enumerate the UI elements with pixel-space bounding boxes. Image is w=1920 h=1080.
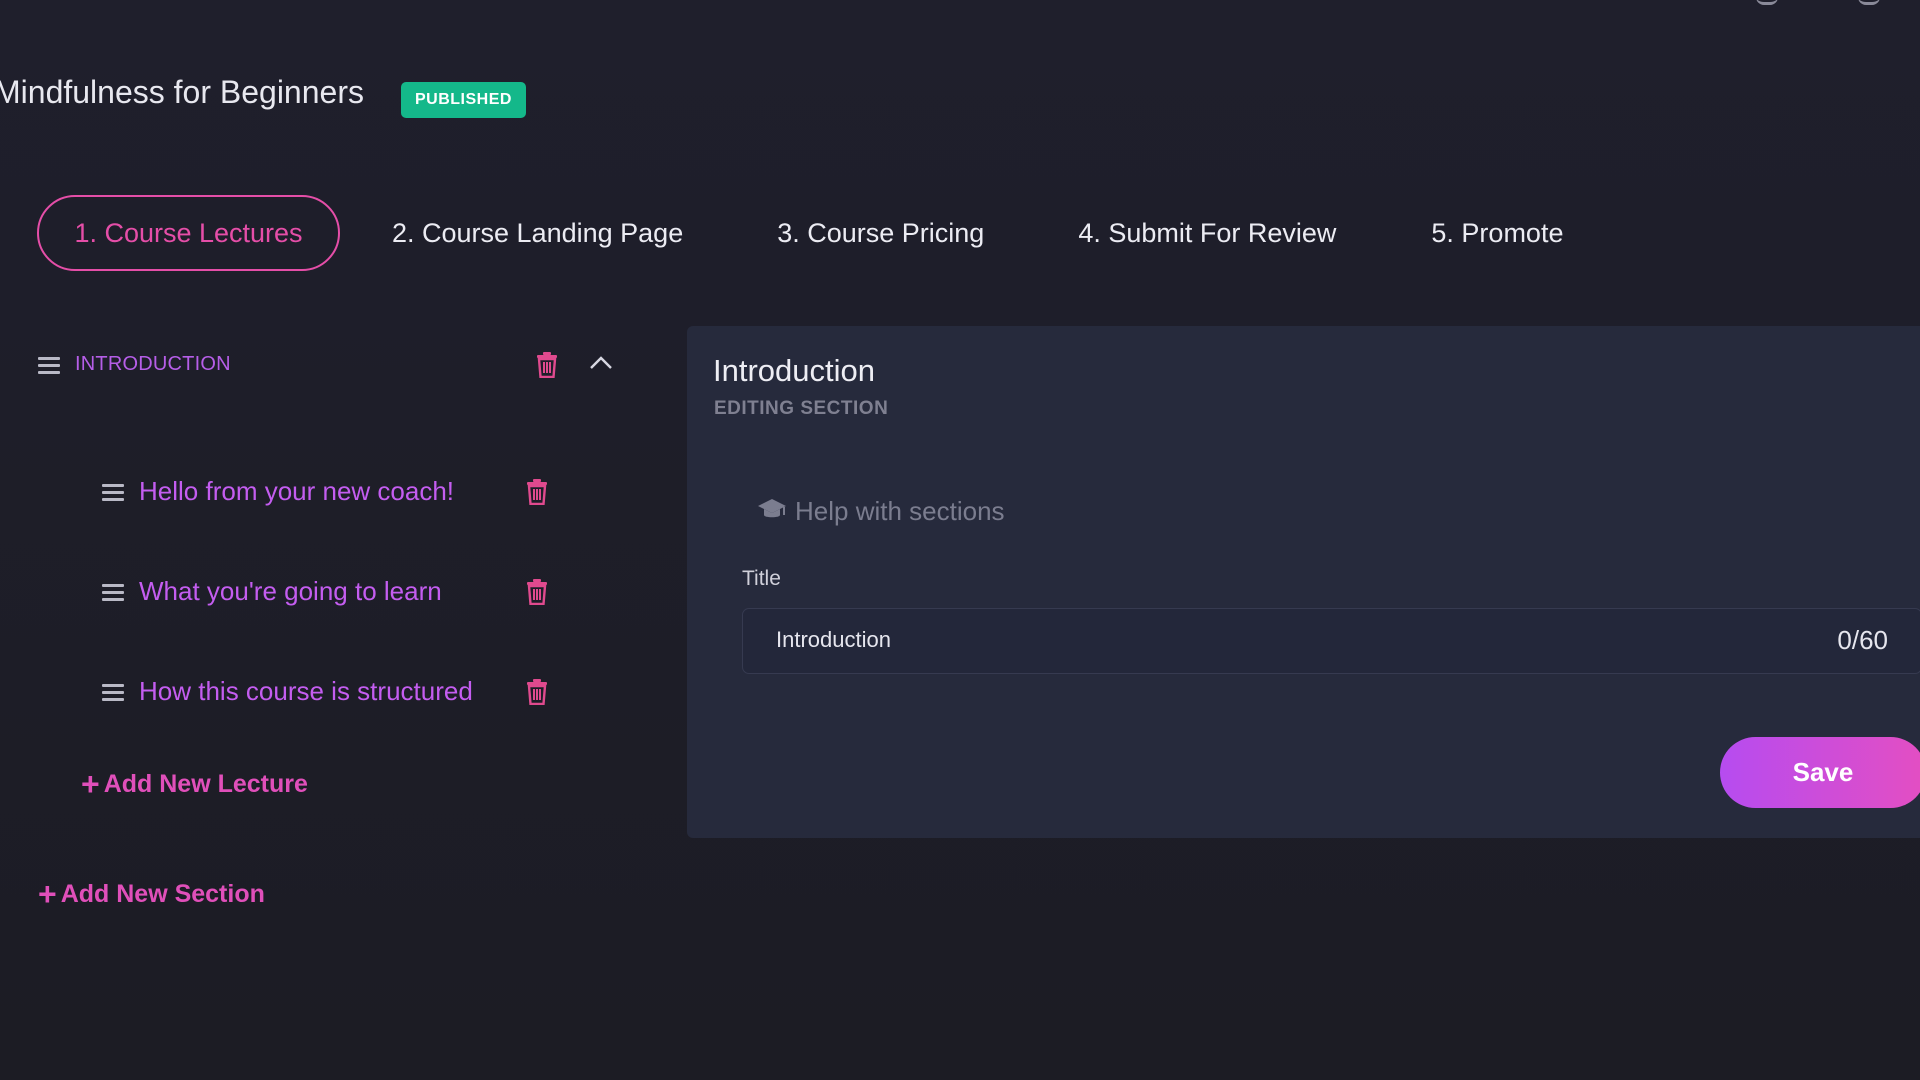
lecture-row[interactable]: Hello from your new coach! <box>102 474 582 508</box>
menu-icon[interactable] <box>1858 0 1880 5</box>
help-with-sections-link[interactable]: Help with sections <box>757 496 1005 527</box>
trash-icon[interactable] <box>526 579 547 605</box>
title-input[interactable]: Introduction 0/60 <box>742 608 1920 674</box>
drag-handle-icon[interactable] <box>38 357 60 374</box>
plus-icon: + <box>81 766 100 802</box>
plus-icon: + <box>38 876 57 912</box>
add-lecture-label: Add New Lecture <box>103 769 308 798</box>
lecture-row[interactable]: What you're going to learn <box>102 574 582 608</box>
lecture-row[interactable]: How this course is structured <box>102 674 582 708</box>
trash-icon[interactable] <box>526 679 547 705</box>
status-badge: PUBLISHED <box>401 82 526 118</box>
tab-course-lectures[interactable]: 1. Course Lectures <box>37 195 340 271</box>
tab-submit-for-review[interactable]: 4. Submit For Review <box>1078 195 1336 271</box>
tab-course-pricing[interactable]: 3. Course Pricing <box>777 195 984 271</box>
section-row[interactable]: INTRODUCTION <box>38 350 618 380</box>
add-lecture-button[interactable]: + Add New Lecture <box>81 768 308 800</box>
tab-course-landing-page[interactable]: 2. Course Landing Page <box>392 195 683 271</box>
lecture-title[interactable]: What you're going to learn <box>139 576 442 607</box>
top-right-toolbar <box>1756 0 1880 5</box>
user-icon[interactable] <box>1756 0 1778 5</box>
chevron-up-icon[interactable] <box>588 350 614 381</box>
section-editor-panel: Introduction EDITING SECTION Help with s… <box>687 326 1920 838</box>
help-label: Help with sections <box>795 496 1005 526</box>
editor-heading: Introduction <box>713 353 875 388</box>
drag-handle-icon[interactable] <box>102 484 124 501</box>
tab-promote[interactable]: 5. Promote <box>1431 195 1563 271</box>
char-counter: 0/60 <box>1837 625 1888 655</box>
title-field-label: Title <box>742 567 781 590</box>
drag-handle-icon[interactable] <box>102 584 124 601</box>
add-section-label: Add New Section <box>60 879 265 908</box>
course-title: Mindfulness for Beginners <box>0 74 364 110</box>
section-name[interactable]: INTRODUCTION <box>75 353 231 376</box>
save-button[interactable]: Save <box>1720 737 1920 808</box>
lecture-title[interactable]: How this course is structured <box>139 676 473 707</box>
title-input-value[interactable]: Introduction <box>776 627 891 653</box>
editor-subheading: EDITING SECTION <box>714 398 889 419</box>
trash-icon[interactable] <box>536 352 557 378</box>
lecture-title[interactable]: Hello from your new coach! <box>139 476 454 507</box>
step-tabs: 1. Course Lectures 2. Course Landing Pag… <box>37 195 1563 271</box>
course-editor-page: Mindfulness for Beginners PUBLISHED 1. C… <box>0 0 1920 1080</box>
trash-icon[interactable] <box>526 479 547 505</box>
add-section-button[interactable]: + Add New Section <box>38 878 265 910</box>
graduation-cap-icon <box>757 496 787 527</box>
drag-handle-icon[interactable] <box>102 684 124 701</box>
